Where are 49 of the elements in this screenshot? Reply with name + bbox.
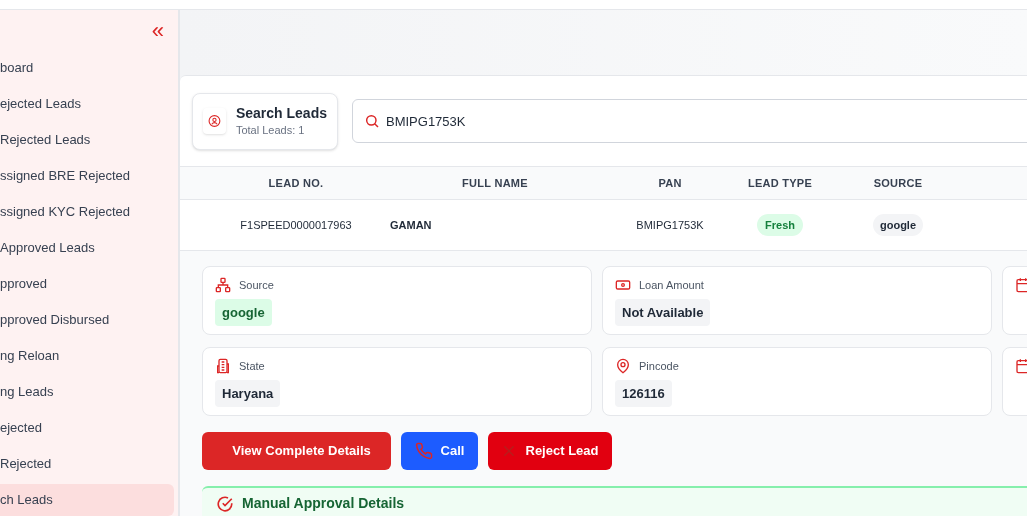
sidebar-item[interactable]: Rejected Leads xyxy=(0,124,174,156)
field-label: Loan Amount xyxy=(639,278,704,293)
hierarchy-icon xyxy=(215,277,231,294)
table-cell-text: GAMAN xyxy=(390,217,432,233)
sidebar-item[interactable]: Rejected xyxy=(0,448,174,480)
field-label: Pincode xyxy=(639,359,679,374)
panel-title: Manual Approval Details xyxy=(242,495,405,511)
table-cell-text: F1SPEED0000017963 xyxy=(240,217,352,233)
field-value: Not Available xyxy=(615,298,711,326)
column-header: LEAD TYPE xyxy=(747,175,813,191)
column-header: LEAD NO. xyxy=(268,175,324,191)
field-value: 126116 xyxy=(615,379,672,407)
phone-icon xyxy=(414,442,433,460)
sidebar-item[interactable]: ng Leads xyxy=(0,376,174,408)
calendar-icon xyxy=(1015,358,1027,374)
field-value: google xyxy=(215,298,272,326)
user-icon xyxy=(203,108,226,134)
sidebar-item[interactable]: board xyxy=(0,52,174,84)
sidebar-item[interactable]: ssigned KYC Rejected xyxy=(0,196,174,228)
sidebar-item[interactable]: pproved xyxy=(0,268,174,300)
column-header: FULL NAME xyxy=(462,175,528,191)
field-label: State xyxy=(239,359,265,374)
column-header: SOURCE xyxy=(873,175,923,191)
lead-type-badge: Fresh xyxy=(757,213,803,237)
table-cell-text: BMIPG1753K xyxy=(636,217,704,233)
details-button[interactable]: View Complete Details xyxy=(202,432,391,470)
card-title: Search Leads xyxy=(235,103,327,122)
sidebar-item[interactable]: ch Leads xyxy=(0,484,174,516)
sidebar-item[interactable]: ng Reloan xyxy=(0,340,174,372)
column-header: PAN xyxy=(658,175,682,191)
call-button[interactable]: Call xyxy=(401,432,478,470)
sidebar-item[interactable]: ejected xyxy=(0,412,174,444)
reject-button[interactable]: Reject Lead xyxy=(488,432,612,470)
field-value: Haryana xyxy=(215,379,281,407)
close-icon xyxy=(501,444,516,458)
field-label: Source xyxy=(239,278,274,293)
card-subtitle: Total Leads: 1 xyxy=(235,122,306,138)
sidebar-item[interactable]: ssigned BRE Rejected xyxy=(0,160,174,192)
source-badge: google xyxy=(872,213,924,237)
search-icon xyxy=(364,113,380,129)
sidebar-item[interactable]: ejected Leads xyxy=(0,88,174,120)
building-icon xyxy=(215,358,231,375)
calendar-icon xyxy=(1015,277,1027,293)
sidebar-item[interactable]: Approved Leads xyxy=(0,232,174,264)
map-pin-icon xyxy=(615,358,631,375)
check-circle-icon xyxy=(216,495,234,513)
collapse-icon[interactable]: « xyxy=(151,20,164,44)
sidebar-item[interactable]: pproved Disbursed xyxy=(0,304,174,336)
search-field[interactable]: BMIPG1753K xyxy=(352,99,1027,143)
